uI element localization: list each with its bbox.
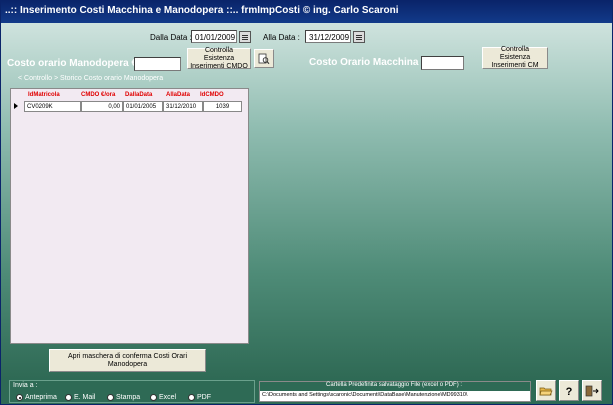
send-to-label: Invia a :	[13, 382, 38, 389]
main-window: ..:: Inserimento Costi Macchina e Manodo…	[0, 0, 613, 405]
window-title: ..:: Inserimento Costi Macchina e Manodo…	[1, 1, 612, 23]
default-folder-path[interactable]: C:\Documents and Settings\scaronic\Docum…	[260, 391, 530, 401]
option-anteprima-label: Anteprima	[25, 394, 57, 401]
column-header: AllaData	[166, 92, 191, 98]
preview-button[interactable]	[254, 49, 274, 68]
radio-anteprima[interactable]	[16, 394, 23, 401]
cell-alla-data[interactable]: 31/12/2010	[163, 101, 203, 112]
exit-button[interactable]	[582, 380, 602, 401]
cell-id-cmdo[interactable]: 1039	[203, 101, 242, 112]
manodopera-cost-label: Costo orario Manodopera € :	[7, 58, 144, 69]
radio-email[interactable]	[65, 394, 72, 401]
option-excel-label: Excel	[159, 394, 177, 401]
cell-matricola[interactable]: CV0209K	[24, 101, 81, 112]
radio-excel[interactable]	[150, 394, 157, 401]
from-date-label: Dalla Data :	[150, 33, 192, 42]
default-folder-label: Cartella Predefinita salvataggio File (e…	[326, 382, 463, 388]
macchina-cost-label: Costo Orario Macchina € :	[309, 57, 433, 68]
calendar-icon[interactable]	[239, 31, 251, 43]
table-row[interactable]: CV0209K 0,00 01/01/2005 31/12/2010 1039	[11, 101, 248, 112]
radio-pdf[interactable]	[188, 394, 195, 401]
help-button[interactable]: ?	[559, 380, 579, 401]
bottom-bar: Invia a : Anteprima E. Mail Stampa Excel…	[1, 378, 612, 404]
macchina-cost-input[interactable]	[421, 56, 464, 70]
cell-dalla-data[interactable]: 01/01/2005	[123, 101, 163, 112]
row-selector-icon	[14, 103, 18, 109]
document-preview-icon	[258, 53, 270, 64]
open-folder-button[interactable]	[536, 380, 556, 401]
to-date-field[interactable]: 31/12/2009	[305, 30, 351, 43]
manodopera-cost-input[interactable]	[134, 57, 181, 71]
form-workspace: Dalla Data : 01/01/2009 Alla Data : 31/1…	[1, 23, 612, 378]
radio-stampa[interactable]	[107, 394, 114, 401]
default-folder-group: Cartella Predefinita salvataggio File (e…	[259, 381, 531, 402]
help-icon: ?	[566, 386, 573, 397]
svg-text:?: ?	[566, 386, 573, 397]
option-stampa-label: Stampa	[116, 394, 141, 401]
cell-cmdo[interactable]: 0,00	[81, 101, 123, 112]
option-pdf-label: PDF	[197, 394, 211, 401]
exit-door-icon	[585, 385, 599, 396]
column-header: DallaData	[125, 92, 153, 98]
folder-open-icon	[539, 387, 553, 395]
option-email-label: E. Mail	[74, 394, 96, 401]
history-grid[interactable]: IdMatricola CMDO €/ora DallaData AllaDat…	[10, 88, 249, 344]
from-date-field[interactable]: 01/01/2009	[191, 30, 237, 43]
to-date-label: Alla Data :	[263, 33, 300, 42]
column-header: IdCMDO	[200, 92, 224, 98]
check-cmdo-button[interactable]: Controlla Esistenza Inserimenti CMDO	[187, 47, 251, 70]
grid-header: IdMatricola CMDO €/ora DallaData AllaDat…	[11, 89, 248, 100]
send-to-group: Invia a : Anteprima E. Mail Stampa Excel…	[9, 380, 255, 403]
column-header: IdMatricola	[28, 92, 60, 98]
check-cm-button[interactable]: Controlla Esistenza Inserimenti CM	[482, 46, 548, 69]
open-confirm-mask-button[interactable]: Apri maschera di conferma Costi Orari Ma…	[49, 349, 206, 372]
grid-caption: < Controllo > Storico Costo orario Manod…	[18, 75, 164, 82]
column-header: CMDO €/ora	[81, 92, 116, 98]
calendar-icon[interactable]	[353, 31, 365, 43]
